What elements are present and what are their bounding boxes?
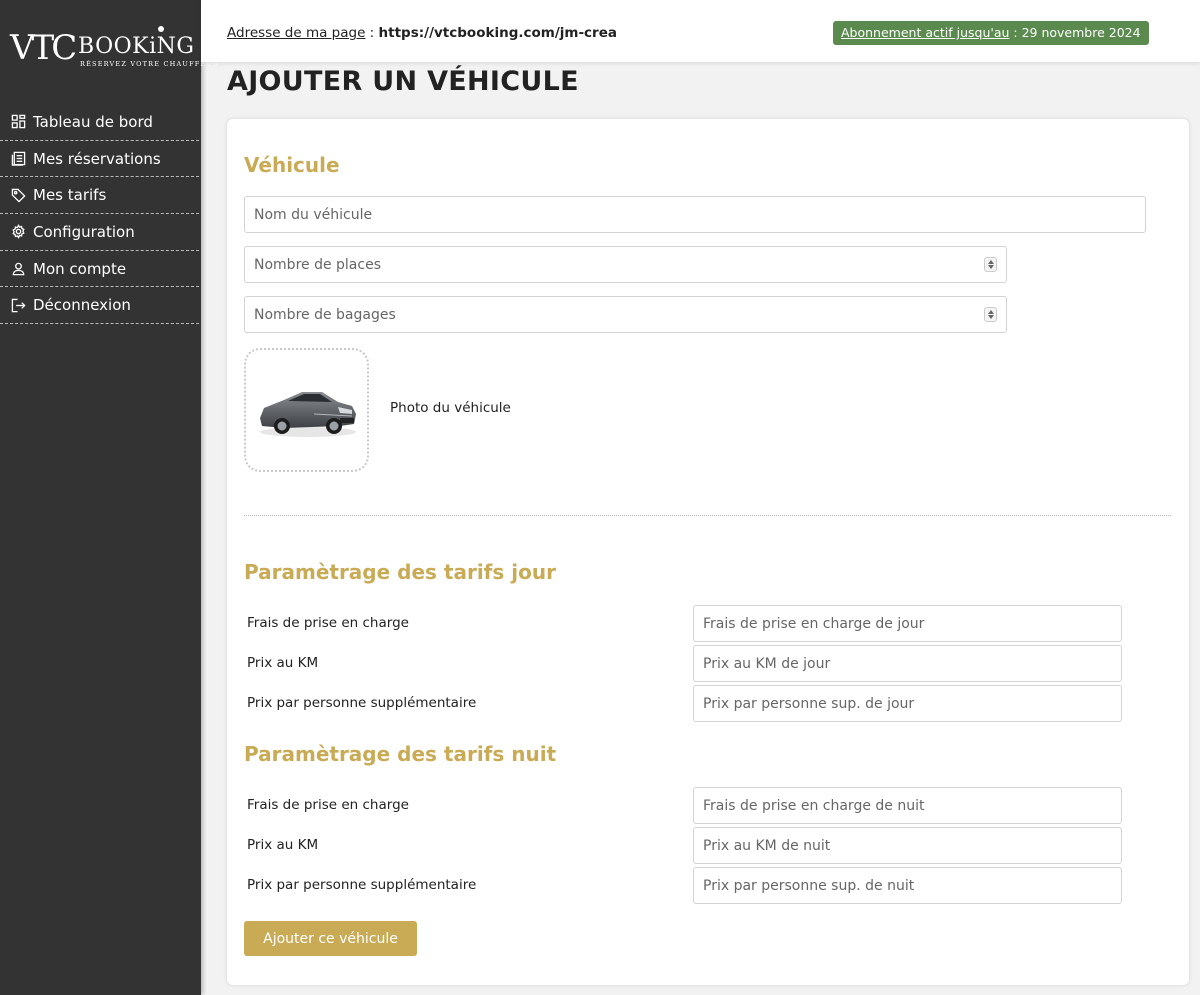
section-divider <box>244 515 1171 516</box>
day-pickup-fee-input[interactable] <box>693 605 1122 642</box>
brand-logo[interactable]: VTC BOOKiNG RÉSERVEZ VOTRE CHAUFFEUR <box>10 26 218 74</box>
sidebar-item-account[interactable]: Mon compte <box>0 251 199 288</box>
sidebar-item-dashboard[interactable]: Tableau de bord <box>0 104 199 141</box>
day-price-per-km-label: Prix au KM <box>247 655 319 671</box>
sidebar-item-label: Déconnexion <box>33 296 131 315</box>
sidebar-item-rates[interactable]: Mes tarifs <box>0 177 199 215</box>
subscription-label[interactable]: Abonnement actif jusqu'au <box>841 25 1009 40</box>
sidebar-nav: Tableau de bord Mes réservations Mes tar… <box>0 104 201 325</box>
reservations-icon <box>10 151 26 167</box>
sidebar-item-label: Configuration <box>33 222 135 241</box>
day-price-per-km-input[interactable] <box>693 645 1122 682</box>
sidebar-item-reservations[interactable]: Mes réservations <box>0 141 199 178</box>
seats-field <box>244 246 1007 283</box>
top-bar: Adresse de ma page : https://vtcbooking.… <box>201 0 1200 62</box>
luggage-input[interactable] <box>244 296 1007 333</box>
day-extra-person-input[interactable] <box>693 685 1122 722</box>
dashboard-icon <box>10 114 26 130</box>
luggage-stepper-icon[interactable] <box>984 307 997 322</box>
sidebar-item-logout[interactable]: Déconnexion <box>0 287 199 325</box>
day-rates-section-title: Paramètrage des tarifs jour <box>244 560 556 584</box>
sidebar-item-label: Tableau de bord <box>33 112 153 131</box>
vehicle-photo-upload[interactable] <box>244 348 369 472</box>
add-vehicle-card: Véhicule Photo du v <box>227 119 1189 985</box>
night-extra-person-input[interactable] <box>693 867 1122 904</box>
seats-stepper-icon[interactable] <box>984 257 997 272</box>
logo-dot <box>158 26 164 32</box>
night-rates-section-title: Paramètrage des tarifs nuit <box>244 742 557 766</box>
subscription-date: 29 novembre 2024 <box>1021 25 1141 40</box>
car-photo <box>259 392 356 437</box>
luggage-field <box>244 296 1007 333</box>
night-price-per-km-label: Prix au KM <box>247 837 319 853</box>
day-extra-person-label: Prix par personne supplémentaire <box>247 695 477 711</box>
sidebar: VTC BOOKiNG RÉSERVEZ VOTRE CHAUFFEUR Tab… <box>0 0 218 995</box>
vehicle-section-title: Véhicule <box>244 153 340 177</box>
tag-icon <box>10 187 26 203</box>
page-title: AJOUTER UN VÉHICULE <box>227 66 579 97</box>
subscription-badge: Abonnement actif jusqu'au : 29 novembre … <box>833 21 1149 45</box>
sidebar-item-configuration[interactable]: Configuration <box>0 214 199 251</box>
logo-tagline: RÉSERVEZ VOTRE CHAUFFEUR <box>80 60 220 68</box>
gear-icon <box>10 224 26 240</box>
page-address-url[interactable]: https://vtcbooking.com/jm-crea <box>379 25 617 41</box>
subscription-separator: : <box>1009 25 1022 40</box>
night-extra-person-label: Prix par personne supplémentaire <box>247 877 477 893</box>
night-pickup-fee-input[interactable] <box>693 787 1122 824</box>
page-address: Adresse de ma page : https://vtcbooking.… <box>227 25 617 41</box>
sidebar-item-label: Mes tarifs <box>33 186 107 205</box>
night-pickup-fee-label: Frais de prise en charge <box>247 797 409 813</box>
seats-input[interactable] <box>244 246 1007 283</box>
page-address-label[interactable]: Adresse de ma page <box>227 25 365 41</box>
logo-booking: BOOKiNG <box>78 34 195 59</box>
day-pickup-fee-label: Frais de prise en charge <box>247 615 409 631</box>
vehicle-photo-label: Photo du véhicule <box>390 400 511 416</box>
logout-icon <box>10 297 26 313</box>
add-vehicle-button[interactable]: Ajouter ce véhicule <box>244 921 417 956</box>
page-address-separator: : <box>365 25 379 41</box>
night-price-per-km-input[interactable] <box>693 827 1122 864</box>
sidebar-item-label: Mes réservations <box>33 149 161 168</box>
logo-vtc: VTC <box>10 28 77 68</box>
user-icon <box>10 261 26 277</box>
vehicle-name-input[interactable] <box>244 196 1146 233</box>
sidebar-item-label: Mon compte <box>33 259 127 278</box>
